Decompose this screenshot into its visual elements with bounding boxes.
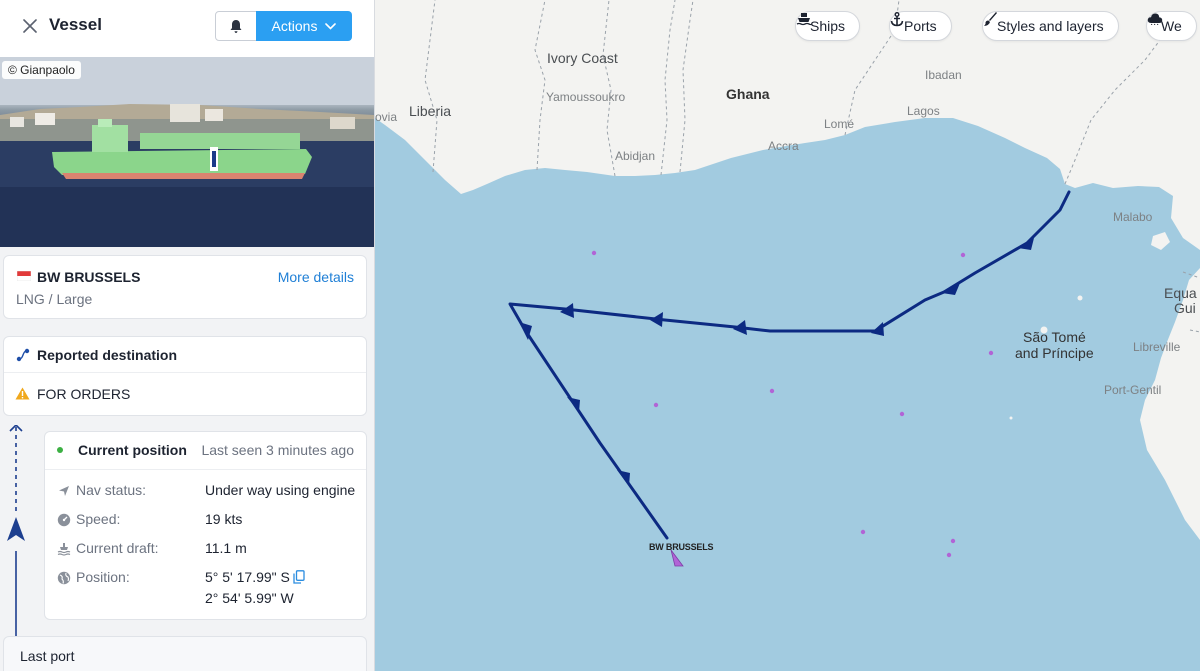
map-label-libreville: Libreville [1133, 340, 1181, 354]
voyage-timeline [7, 425, 25, 671]
map-label-accra: Accra [768, 139, 799, 153]
chevron-down-icon [325, 22, 337, 30]
vessel-photo: © Gianpaolo [0, 57, 374, 247]
notification-button[interactable] [215, 11, 257, 41]
map-label-monrovia-partial: ovia [375, 110, 398, 124]
map-label-yamoussoukro: Yamoussoukro [546, 90, 626, 104]
draft-value: 11.1 m [205, 540, 247, 556]
brush-icon [984, 12, 997, 26]
destination-title: Reported destination [37, 347, 178, 363]
map-label-and-principe: and Príncipe [1015, 345, 1094, 361]
vessel-type: LNG / Large [16, 291, 93, 307]
current-position-card: Current position Last seen 3 minutes ago… [44, 431, 367, 620]
weather-button[interactable]: We [1146, 11, 1197, 41]
singapore-flag-icon [17, 271, 31, 281]
styles-layers-label: Styles and layers [997, 18, 1104, 34]
copy-icon[interactable] [293, 570, 305, 584]
latitude-value: 5° 5' 17.99" S [205, 569, 290, 585]
actions-label: Actions [271, 18, 318, 34]
ships-label: Ships [810, 18, 846, 34]
map-label-ibadan: Ibadan [925, 68, 962, 82]
actions-button[interactable]: Actions [256, 11, 352, 41]
map-view[interactable]: Ivory Coast Ghana Liberia São Tomé and P… [375, 0, 1200, 671]
photo-credit: © Gianpaolo [2, 61, 81, 79]
route-icon [16, 348, 30, 362]
speed-label: Speed: [76, 511, 121, 527]
map-label-port-gentil: Port-Gentil [1104, 383, 1162, 397]
weather-label: We [1161, 18, 1182, 34]
last-port-label: Last port [20, 648, 75, 664]
destination-value: FOR ORDERS [37, 386, 131, 402]
cloud-icon [1147, 13, 1163, 25]
destination-card: Reported destination FOR ORDERS [3, 336, 367, 416]
draft-icon [57, 543, 71, 556]
destination-header: Reported destination [4, 337, 366, 373]
anchor-icon [890, 12, 904, 27]
current-position-title: Current position [78, 442, 187, 458]
vessel-name: BW BRUSSELS [37, 269, 141, 285]
status-dot [57, 447, 63, 453]
map-label-equatorial-guinea-2: Gui [1174, 300, 1196, 316]
ship-icon [796, 13, 812, 26]
nav-status-value: Under way using engine [205, 482, 356, 498]
app: Vessel Actions © Gianpaolo BW BRUSSELS L… [0, 0, 1200, 671]
ships-button[interactable]: Ships [795, 11, 861, 41]
navigation-icon [59, 486, 69, 496]
map-label-abidjan: Abidjan [615, 149, 656, 163]
more-details-link[interactable]: More details [278, 269, 354, 285]
ports-label: Ports [904, 18, 937, 34]
panel-header: Vessel Actions [0, 0, 374, 57]
last-port-card[interactable]: Last port [3, 636, 367, 671]
map-label-sao-tome: São Tomé [1023, 329, 1086, 345]
speed-value: 19 kts [205, 511, 243, 527]
close-icon [23, 19, 37, 33]
map-label-equatorial-guinea-1: Equa [1164, 285, 1197, 301]
map-label-ghana: Ghana [726, 86, 770, 102]
bell-icon [230, 19, 242, 33]
draft-label: Current draft: [76, 540, 159, 556]
close-button[interactable] [18, 14, 42, 38]
map-label-lome: Lomé [824, 117, 855, 131]
map-label-ivory-coast: Ivory Coast [547, 50, 618, 66]
panel-title: Vessel [49, 15, 102, 34]
ports-button[interactable]: Ports [889, 11, 952, 41]
current-position-header: Current position Last seen 3 minutes ago [45, 432, 366, 470]
vessel-panel: Vessel Actions © Gianpaolo BW BRUSSELS L… [0, 0, 375, 671]
annobon-island [1009, 416, 1013, 420]
map-label-lagos: Lagos [907, 104, 940, 118]
globe-icon [57, 571, 71, 585]
vessel-heading-icon [7, 517, 25, 541]
last-seen: Last seen 3 minutes ago [201, 442, 354, 458]
nav-status-label: Nav status: [76, 482, 147, 498]
principe-island [1077, 295, 1083, 301]
warning-icon [15, 387, 30, 400]
speedometer-icon [57, 513, 71, 527]
map-label-malabo: Malabo [1113, 210, 1153, 224]
vessel-summary-card: BW BRUSSELS LNG / Large More details [3, 255, 367, 319]
styles-layers-button[interactable]: Styles and layers [982, 11, 1119, 41]
map-label-liberia: Liberia [409, 103, 452, 119]
vessel-map-label: BW BRUSSELS [649, 542, 714, 552]
vessel-photo-illustration [0, 57, 374, 247]
longitude-value: 2° 54' 5.99" W [205, 590, 294, 606]
position-label: Position: [76, 569, 130, 585]
